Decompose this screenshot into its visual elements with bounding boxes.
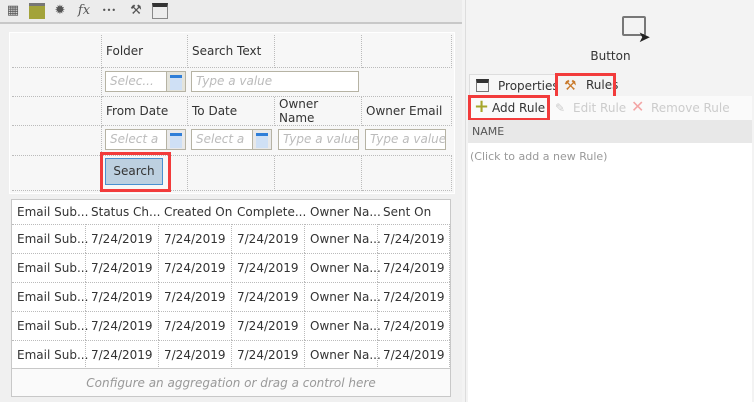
folder-placeholder: Selec... <box>110 74 154 88</box>
to-date-placeholder: Select a <box>196 132 245 146</box>
designer-canvas: ▦ ✹ fx ••• ⚒ Folder Search Text Selec...… <box>0 0 462 402</box>
table-cell[interactable]: 7/24/2019 <box>86 282 159 311</box>
owner-name-label: Owner Name <box>279 97 319 125</box>
table-cell[interactable]: 7/24/2019 <box>232 253 305 282</box>
empty-cell <box>275 156 362 191</box>
cursor-icon: ➤ <box>638 28 651 46</box>
search-text-input[interactable]: Type a value <box>191 71 359 92</box>
tab-label: Properties <box>498 79 559 93</box>
table-cell[interactable]: 7/24/2019 <box>159 224 232 253</box>
from-date-label-cell: From Date <box>102 97 188 126</box>
column-header[interactable]: Email Sub... <box>12 200 88 224</box>
column-header[interactable]: Owner Na... <box>305 200 381 224</box>
table-cell[interactable]: 7/24/2019 <box>159 311 232 340</box>
owner-email-label-cell: Owner Email <box>362 97 452 126</box>
table-cell[interactable]: Email Sub... <box>12 224 88 253</box>
owner-email-input[interactable]: Type a value <box>365 129 446 150</box>
table-cell[interactable]: Owner Na... <box>305 282 381 311</box>
calendar-icon[interactable] <box>166 130 185 149</box>
from-date-placeholder: Select a <box>110 132 159 146</box>
from-date-label: From Date <box>106 104 169 118</box>
table-cell[interactable]: Email Sub... <box>12 253 88 282</box>
table-cell[interactable]: 7/24/2019 <box>86 253 159 282</box>
search-text-label-cell: Search Text <box>188 35 275 68</box>
table-cell[interactable]: 7/24/2019 <box>86 311 159 340</box>
empty-cell <box>12 68 102 97</box>
control-name: Button <box>590 49 631 63</box>
table-cell[interactable]: 7/24/2019 <box>232 282 305 311</box>
table-cell[interactable]: 7/24/2019 <box>86 224 159 253</box>
edit-rule-label: Edit Rule <box>573 101 627 115</box>
designer-toolbar: ▦ ✹ fx ••• ⚒ <box>0 0 462 24</box>
table-cell[interactable]: Owner Na... <box>305 311 381 340</box>
table-cell[interactable]: 7/24/2019 <box>232 224 305 253</box>
from-date-picker[interactable]: Select a <box>105 129 186 150</box>
table-cell[interactable]: Owner Na... <box>305 253 381 282</box>
table-cell[interactable]: 7/24/2019 <box>378 311 450 340</box>
empty-cell <box>12 156 102 191</box>
name-column-header[interactable]: NAME <box>468 120 752 143</box>
empty-cell <box>12 126 102 156</box>
gear-icon[interactable]: ✹ <box>52 3 68 19</box>
table-cell[interactable]: 7/24/2019 <box>159 253 232 282</box>
folder-label-cell: Folder <box>102 35 188 68</box>
owner-name-label-cell: Owner Name <box>275 97 362 126</box>
ellipsis-icon[interactable]: ••• <box>101 3 117 19</box>
chevron-down-icon[interactable] <box>166 72 185 91</box>
table-cell[interactable]: 7/24/2019 <box>378 224 450 253</box>
tools-icon[interactable]: ⚒ <box>128 3 144 19</box>
empty-cell <box>12 97 102 126</box>
picture-icon[interactable] <box>29 3 45 19</box>
to-date-picker[interactable]: Select a <box>191 129 272 150</box>
rules-list[interactable]: (Click to add a new Rule) <box>468 143 752 402</box>
tab-properties[interactable]: Properties <box>469 74 559 96</box>
calendar-icon[interactable] <box>252 130 271 149</box>
table-cell[interactable]: 7/24/2019 <box>378 253 450 282</box>
table-cell[interactable]: 7/24/2019 <box>232 340 305 369</box>
table-cell[interactable]: Owner Na... <box>305 340 381 369</box>
table-cell[interactable]: 7/24/2019 <box>86 340 159 369</box>
search-text-label: Search Text <box>192 44 262 58</box>
fx-icon[interactable]: fx <box>76 3 92 19</box>
table-cell[interactable]: Owner Na... <box>305 224 381 253</box>
empty-cell <box>362 35 452 68</box>
properties-icon[interactable] <box>152 3 168 19</box>
to-date-label-cell: To Date <box>188 97 275 126</box>
folder-dropdown[interactable]: Selec... <box>105 71 186 92</box>
column-header[interactable]: Sent On <box>378 200 450 224</box>
empty-cell <box>362 156 452 191</box>
remove-rule-label: Remove Rule <box>651 101 730 115</box>
column-header[interactable]: Status Ch... <box>86 200 160 224</box>
column-header[interactable]: Complete... <box>232 200 306 224</box>
to-date-label: To Date <box>192 104 238 118</box>
table-cell[interactable]: 7/24/2019 <box>378 340 450 369</box>
close-icon: ✕ <box>631 97 645 116</box>
pencil-icon: ✎ <box>555 101 566 115</box>
table-cell[interactable]: 7/24/2019 <box>159 340 232 369</box>
search-form: Folder Search Text Selec... Type a value… <box>9 32 455 194</box>
table-icon[interactable]: ▦ <box>5 3 21 19</box>
table-cell[interactable]: Email Sub... <box>12 311 88 340</box>
results-list: Email Sub... Status Ch... Created On Comple… <box>11 199 451 397</box>
search-button[interactable]: Search <box>105 158 163 185</box>
edit-rule-button[interactable]: ✎ Edit Rule <box>555 99 626 117</box>
highlight-add-rule <box>468 95 550 121</box>
folder-label: Folder <box>106 44 144 58</box>
empty-cell <box>12 35 102 68</box>
aggregation-footer[interactable]: Configure an aggregation or drag a contr… <box>12 368 450 396</box>
remove-rule-button[interactable]: ✕ Remove Rule <box>631 97 730 117</box>
empty-rules-text[interactable]: (Click to add a new Rule) <box>468 143 752 170</box>
properties-panel: ➤ Button Properties ⚒ Rules + Add Rule ✎… <box>465 0 754 402</box>
table-cell[interactable]: Email Sub... <box>12 282 88 311</box>
owner-name-input[interactable]: Type a value <box>278 129 359 150</box>
table-cell[interactable]: 7/24/2019 <box>232 311 305 340</box>
properties-icon <box>476 79 489 92</box>
table-cell[interactable]: 7/24/2019 <box>159 282 232 311</box>
column-header[interactable]: Created On <box>159 200 232 224</box>
empty-cell <box>188 156 275 191</box>
owner-email-label: Owner Email <box>366 104 443 118</box>
table-cell[interactable]: Email Sub... <box>12 340 88 369</box>
table-cell[interactable]: 7/24/2019 <box>378 282 450 311</box>
empty-cell <box>275 35 362 68</box>
